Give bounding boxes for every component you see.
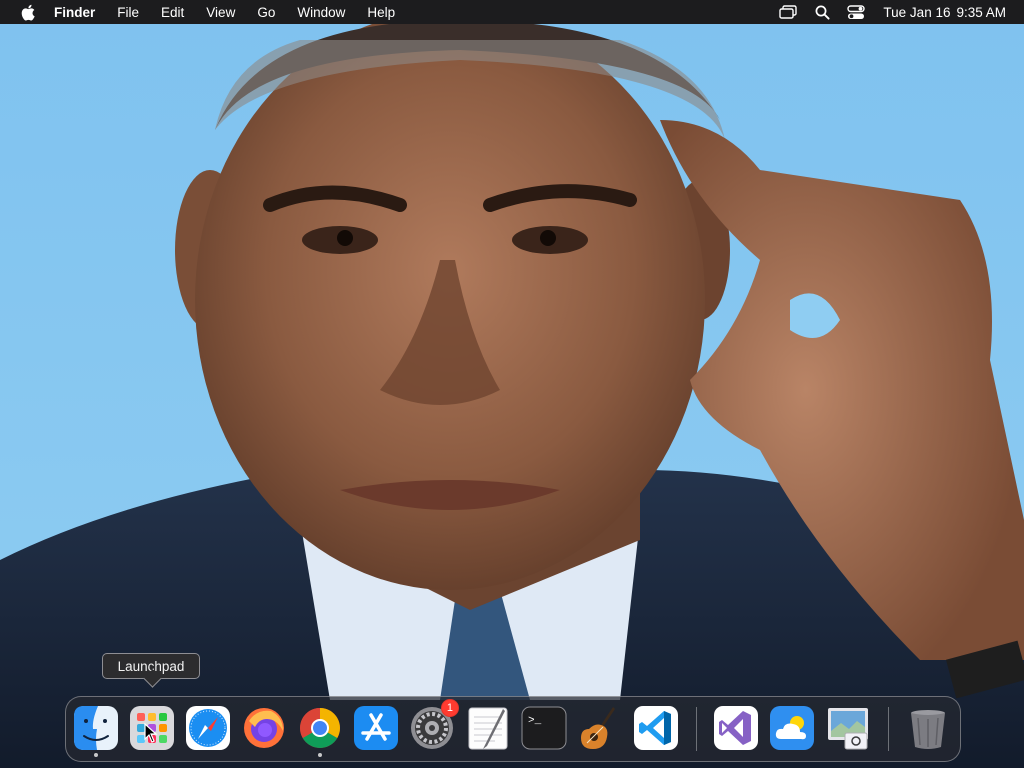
menu-view[interactable]: View	[195, 0, 246, 24]
dock-separator	[888, 707, 889, 751]
visual-studio-icon	[714, 706, 758, 750]
dock-item-preview[interactable]	[824, 704, 872, 752]
dock-item-finder[interactable]	[72, 704, 120, 757]
mouse-cursor	[144, 722, 158, 748]
dock-item-textedit[interactable]	[464, 704, 512, 752]
control-center-icon[interactable]	[846, 3, 866, 21]
menu-go[interactable]: Go	[246, 0, 286, 24]
menu-file[interactable]: File	[106, 0, 150, 24]
dock-item-firefox[interactable]	[240, 704, 288, 752]
svg-text:>_: >_	[528, 715, 542, 727]
spotlight-search-icon[interactable]	[812, 3, 832, 21]
menu-bar-clock[interactable]: Tue Jan 16 9:35 AM	[873, 5, 1024, 20]
dock-item-garageband[interactable]	[576, 704, 624, 752]
textedit-icon	[468, 707, 508, 750]
dock-item-vscode[interactable]	[632, 704, 680, 752]
dock-item-visual-studio[interactable]	[712, 704, 760, 752]
dock-item-weather[interactable]	[768, 704, 816, 752]
menu-window[interactable]: Window	[286, 0, 356, 24]
finder-icon	[74, 706, 118, 750]
dock-item-chrome[interactable]	[296, 704, 344, 757]
vscode-icon	[634, 706, 678, 750]
dock-item-terminal[interactable]: >_	[520, 704, 568, 752]
menu-bar: Finder File Edit View Go Window Help Tue…	[0, 0, 1024, 24]
firefox-icon	[244, 708, 284, 748]
dock-separator	[696, 707, 697, 751]
trash-icon	[911, 710, 945, 749]
terminal-icon: >_	[521, 706, 567, 750]
garageband-icon	[581, 707, 615, 749]
notification-badge: 1	[440, 699, 459, 717]
screen-mirroring-icon[interactable]	[778, 3, 798, 21]
dock-item-system-settings[interactable]: 1	[408, 699, 459, 752]
menu-bar-status-area: Tue Jan 16 9:35 AM	[771, 0, 1024, 24]
running-indicator	[94, 753, 98, 757]
safari-icon	[186, 706, 230, 750]
chrome-icon	[300, 708, 340, 748]
dock: 1 >_	[65, 696, 961, 762]
dock-item-app-store[interactable]	[352, 704, 400, 752]
menu-help[interactable]: Help	[356, 0, 406, 24]
preview-icon	[828, 708, 868, 750]
dock-item-safari[interactable]	[184, 704, 232, 752]
menu-edit[interactable]: Edit	[150, 0, 195, 24]
menu-app-finder[interactable]: Finder	[52, 0, 106, 24]
apple-logo-icon[interactable]	[18, 2, 38, 22]
dock-tooltip: Launchpad	[102, 653, 200, 679]
app-store-icon	[354, 706, 398, 750]
clock-time: 9:35 AM	[956, 4, 1006, 20]
clock-date: Tue Jan 16	[883, 4, 951, 20]
running-indicator	[318, 753, 322, 757]
dock-item-trash[interactable]	[904, 704, 952, 752]
weather-icon	[770, 706, 814, 750]
